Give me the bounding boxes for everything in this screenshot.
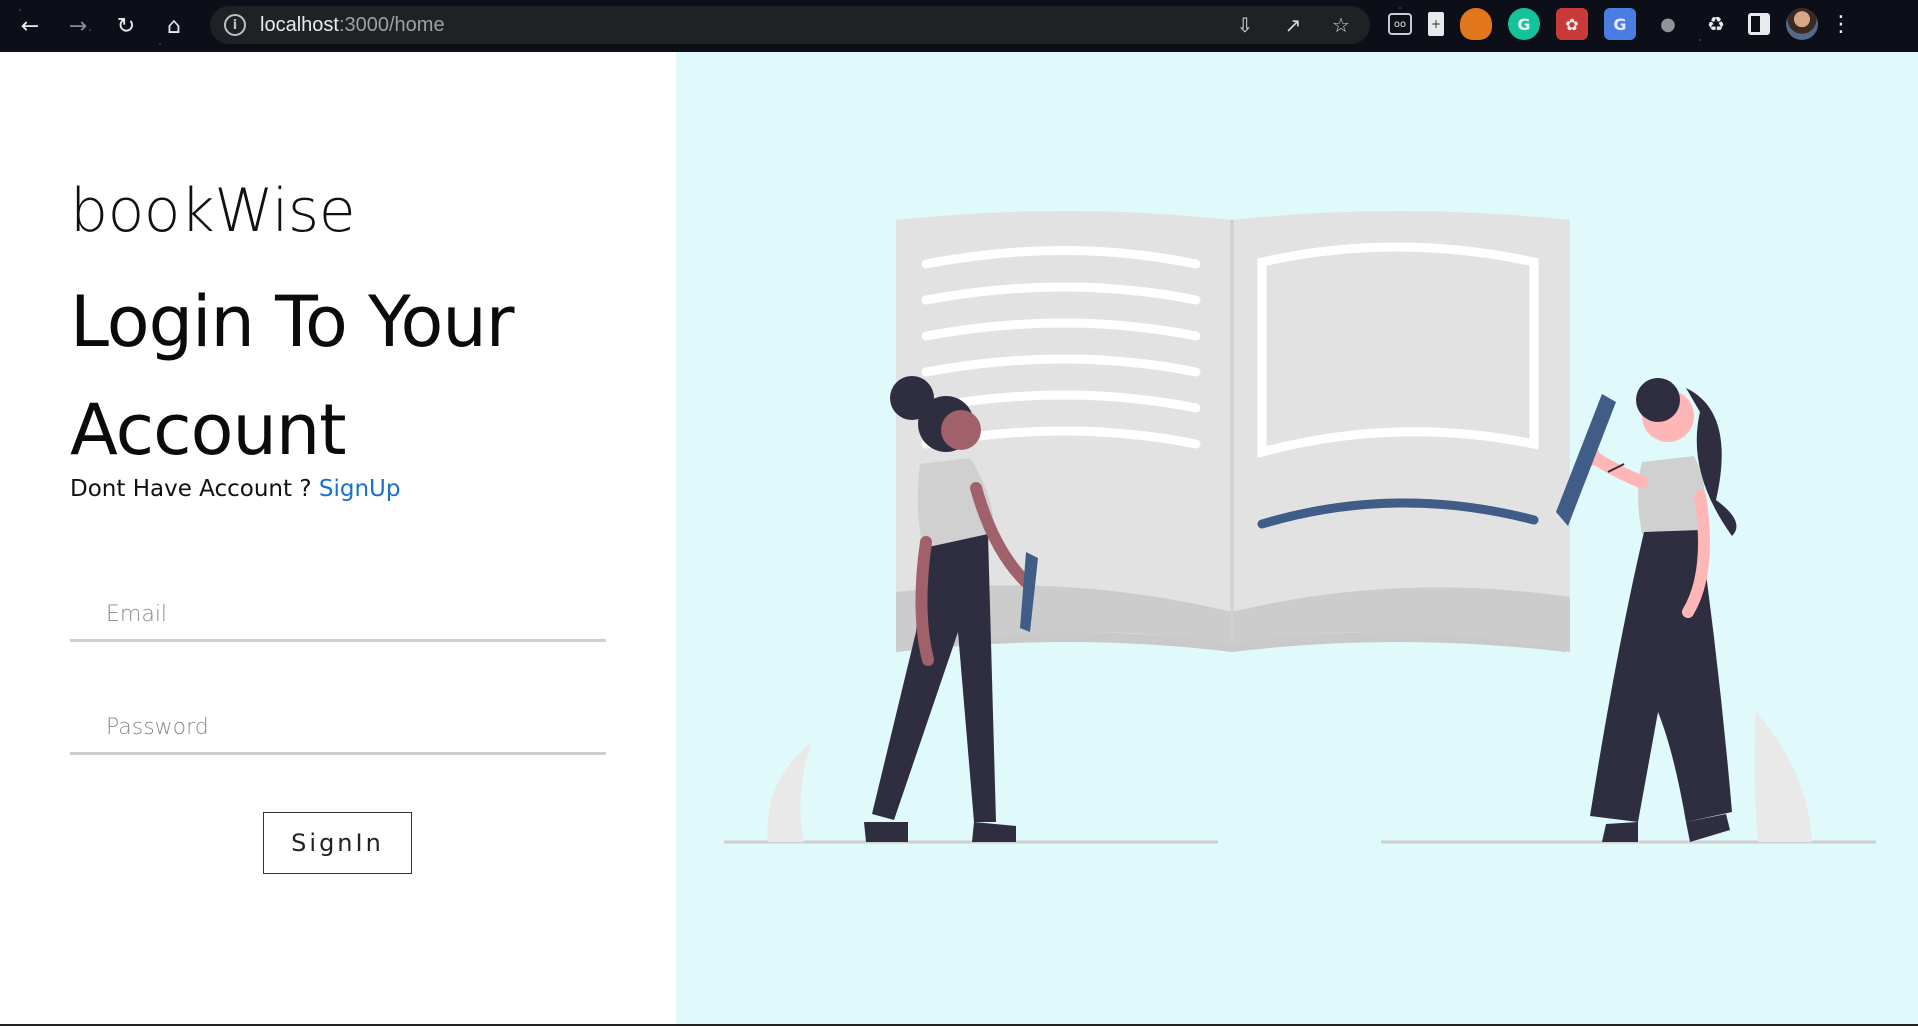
grammarly-icon[interactable]: G — [1508, 8, 1540, 40]
sidepanel-icon[interactable] — [1748, 13, 1770, 35]
grass-right — [1754, 712, 1812, 842]
grass-left — [767, 742, 812, 842]
translate-icon[interactable]: G — [1604, 8, 1636, 40]
forward-arrow-icon[interactable]: → — [62, 10, 94, 42]
url-host: localhost — [260, 13, 339, 36]
octo-icon[interactable]: ✿ — [1556, 8, 1588, 40]
signup-prompt-text: Dont Have Account ? — [70, 476, 319, 502]
brand-logo-text: bookWise — [70, 176, 356, 246]
install-app-icon[interactable]: ⇩ — [1230, 10, 1260, 40]
bookmark-star-icon[interactable]: ☆ — [1326, 10, 1356, 40]
reading-illustration — [724, 211, 1876, 844]
woman-right-figure — [1556, 378, 1737, 842]
home-icon[interactable]: ⌂ — [158, 10, 190, 42]
bug-icon[interactable]: ● — [1652, 8, 1684, 40]
doc-icon[interactable]: + — [1428, 12, 1444, 36]
back-arrow-icon[interactable]: ← — [14, 10, 46, 42]
signup-link[interactable]: SignUp — [319, 476, 401, 502]
site-info-icon[interactable]: i — [224, 14, 246, 36]
signin-button[interactable]: SignIn — [263, 812, 412, 874]
address-bar[interactable]: i localhost:3000/home ⇩ ↗ ☆ — [210, 6, 1370, 44]
metamask-icon[interactable] — [1460, 8, 1492, 40]
reader-icon[interactable]: oo — [1388, 13, 1412, 35]
extensions-bar: oo + G ✿ G ● ♻ ⋮ — [1388, 8, 1852, 40]
profile-avatar[interactable] — [1786, 8, 1818, 40]
url-path: :3000/home — [338, 13, 445, 36]
menu-kebab-icon[interactable]: ⋮ — [1830, 8, 1852, 40]
share-icon[interactable]: ↗ — [1278, 10, 1308, 40]
email-field[interactable] — [70, 590, 606, 642]
signup-prompt: Dont Have Account ? SignUp — [70, 476, 400, 502]
puzzle-icon[interactable]: ♻ — [1700, 8, 1732, 40]
illustration-panel — [676, 52, 1918, 1026]
page-title: Login To Your Account — [70, 281, 514, 471]
password-field[interactable] — [70, 703, 606, 755]
browser-toolbar: ← → ↻ ⌂ i localhost:3000/home ⇩ ↗ ☆ oo +… — [0, 0, 1918, 52]
reload-icon[interactable]: ↻ — [110, 10, 142, 42]
